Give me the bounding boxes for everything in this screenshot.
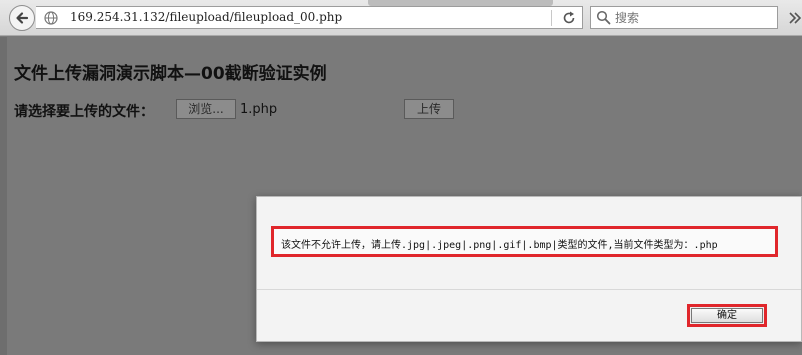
browse-button[interactable]: 浏览... [176,99,236,119]
overflow-menu-icon[interactable] [788,11,802,25]
ok-button-highlight: 确定 [687,304,767,327]
search-input[interactable] [615,8,773,27]
selected-file-name: 1.php [240,102,278,117]
upload-submit-button[interactable]: 上传 [404,99,454,119]
alert-message: 该文件不允许上传，请上传.jpg|.jpeg|.png|.gif|.bmp|类型… [281,240,718,251]
globe-icon [44,11,58,25]
ok-button[interactable]: 确定 [691,308,763,323]
reload-icon[interactable] [561,10,577,26]
search-icon [596,10,611,25]
upload-label: 请选择要上传的文件： [14,104,154,120]
back-arrow-icon [16,12,29,24]
search-box[interactable] [590,6,778,29]
url-text[interactable]: 169.254.31.132/fileupload/fileupload_00.… [70,10,342,24]
page-title: 文件上传漏洞演示脚本—00截断验证实例 [14,64,327,84]
window-edge [0,37,7,355]
alert-message-highlight: 该文件不允许上传，请上传.jpg|.jpeg|.png|.gif|.bmp|类型… [271,226,778,257]
address-bar[interactable]: 169.254.31.132/fileupload/fileupload_00.… [36,6,583,29]
back-button[interactable] [9,5,35,31]
browser-toolbar: 169.254.31.132/fileupload/fileupload_00.… [0,0,802,36]
dialog-divider [257,289,801,290]
address-bar-separator [551,10,552,26]
alert-dialog: 该文件不允许上传，请上传.jpg|.jpeg|.png|.gif|.bmp|类型… [256,196,802,342]
